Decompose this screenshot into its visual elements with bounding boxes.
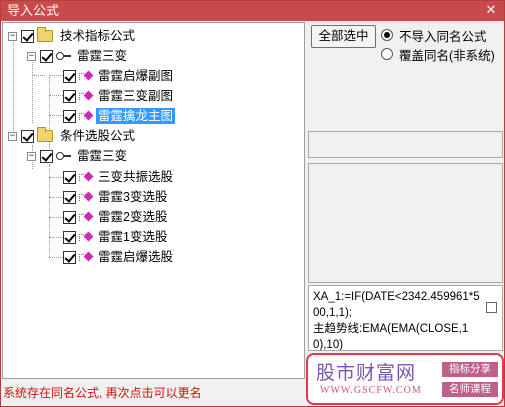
collapse-icon[interactable]: − — [27, 151, 36, 161]
collapse-icon[interactable]: − — [8, 31, 17, 41]
formula-preview[interactable]: XA_1:=IF(DATE<2342.459961*500,1,1); 主趋势线… — [308, 285, 503, 351]
checkbox[interactable] — [63, 230, 76, 244]
folder-icon — [37, 127, 53, 142]
formula-icon — [79, 171, 93, 183]
formula-icon — [79, 211, 93, 223]
preview-checkbox[interactable] — [486, 302, 497, 313]
radio-skip-duplicates[interactable]: 不导入同名公式 — [381, 26, 487, 44]
checkbox[interactable] — [40, 49, 53, 63]
tree-item-label: 雷霆启爆选股 — [98, 250, 174, 264]
description-box — [308, 163, 503, 283]
radio-label: 不导入同名公式 — [399, 29, 487, 44]
radio-button[interactable] — [381, 48, 393, 60]
tree-group-label: 条件选股公式 — [60, 129, 136, 143]
tree-item[interactable]: 三变共振选股 — [63, 168, 175, 186]
radio-overwrite-duplicates[interactable]: 覆盖同名(非系统) — [381, 45, 495, 63]
checkbox[interactable] — [63, 170, 76, 184]
tree-author-node[interactable]: − 雷霆三变 — [27, 147, 129, 165]
tree-author-node[interactable]: − 雷霆三变 — [27, 47, 129, 65]
checkbox[interactable] — [63, 210, 76, 224]
tree-item[interactable]: 雷霆1变选股 — [63, 228, 169, 246]
collapse-icon[interactable]: − — [8, 131, 17, 141]
tree-item[interactable]: 雷霆2变选股 — [63, 208, 169, 226]
folder-icon — [37, 27, 53, 42]
tree-item-label: 雷霆1变选股 — [98, 230, 168, 244]
tree-group-screening[interactable]: − 条件选股公式 — [8, 127, 137, 145]
checkbox[interactable] — [63, 109, 76, 123]
formula-icon — [79, 90, 93, 102]
checkbox[interactable] — [40, 149, 53, 163]
tree-item-label: 雷霆三变副图 — [98, 89, 174, 103]
checkbox[interactable] — [63, 89, 76, 103]
tree-item-selected[interactable]: 雷霆擒龙主图 — [63, 107, 176, 125]
title-bar: 导入公式 ✕ — [1, 1, 504, 21]
tree-group-indicators[interactable]: − 技术指标公式 — [8, 27, 137, 45]
watermark-tag: 指标分享 — [442, 362, 498, 377]
checkbox[interactable] — [63, 250, 76, 264]
site-watermark: 股市财富网 WWW.GSCFW.COM 指标分享 名师课程 — [306, 353, 504, 405]
formula-icon — [79, 70, 93, 82]
tree-group-label: 技术指标公式 — [60, 29, 136, 43]
formula-tree[interactable]: − 技术指标公式 − 雷霆三变 雷霆启爆副图 雷霆三变副图 雷霆擒龙主图 − 条… — [2, 22, 305, 379]
tree-item-label: 三变共振选股 — [98, 170, 174, 184]
radio-label: 覆盖同名(非系统) — [399, 48, 495, 63]
key-icon — [56, 51, 72, 61]
tree-item[interactable]: 雷霆启爆选股 — [63, 248, 175, 266]
key-icon — [56, 151, 72, 161]
tree-item[interactable]: 雷霆启爆副图 — [63, 67, 175, 85]
watermark-url: WWW.GSCFW.COM — [320, 385, 422, 396]
status-message: 系统存在同名公式, 再次点击可以更名 — [3, 386, 202, 400]
tree-item-label: 雷霆启爆副图 — [98, 69, 174, 83]
watermark-tag: 名师课程 — [442, 382, 498, 397]
checkbox[interactable] — [63, 69, 76, 83]
radio-button[interactable] — [381, 29, 393, 41]
select-all-button[interactable]: 全部选中 — [311, 25, 376, 48]
formula-preview-text: XA_1:=IF(DATE<2342.459961*500,1,1); 主趋势线… — [313, 291, 480, 351]
tree-author-label: 雷霆三变 — [77, 49, 128, 63]
watermark-name: 股市财富网 — [316, 363, 417, 384]
close-icon[interactable]: ✕ — [483, 2, 499, 18]
formula-icon — [79, 191, 93, 203]
tree-author-label: 雷霆三变 — [77, 149, 128, 163]
collapse-icon[interactable]: − — [27, 51, 36, 61]
window-title: 导入公式 — [7, 3, 60, 18]
formula-icon — [79, 110, 93, 122]
tree-item[interactable]: 雷霆三变副图 — [63, 87, 175, 105]
formula-icon — [79, 231, 93, 243]
checkbox[interactable] — [21, 129, 34, 143]
tree-item[interactable]: 雷霆3变选股 — [63, 188, 169, 206]
info-box — [308, 131, 503, 158]
import-formula-dialog: 导入公式 ✕ − 技术指标公式 − 雷霆三变 雷霆启爆副图 雷霆三变副图 雷霆擒… — [0, 0, 505, 407]
formula-icon — [79, 251, 93, 263]
tree-item-label: 雷霆3变选股 — [98, 190, 168, 204]
checkbox[interactable] — [21, 29, 34, 43]
checkbox[interactable] — [63, 190, 76, 204]
tree-item-label: 雷霆擒龙主图 — [96, 108, 176, 124]
tree-item-label: 雷霆2变选股 — [98, 210, 168, 224]
